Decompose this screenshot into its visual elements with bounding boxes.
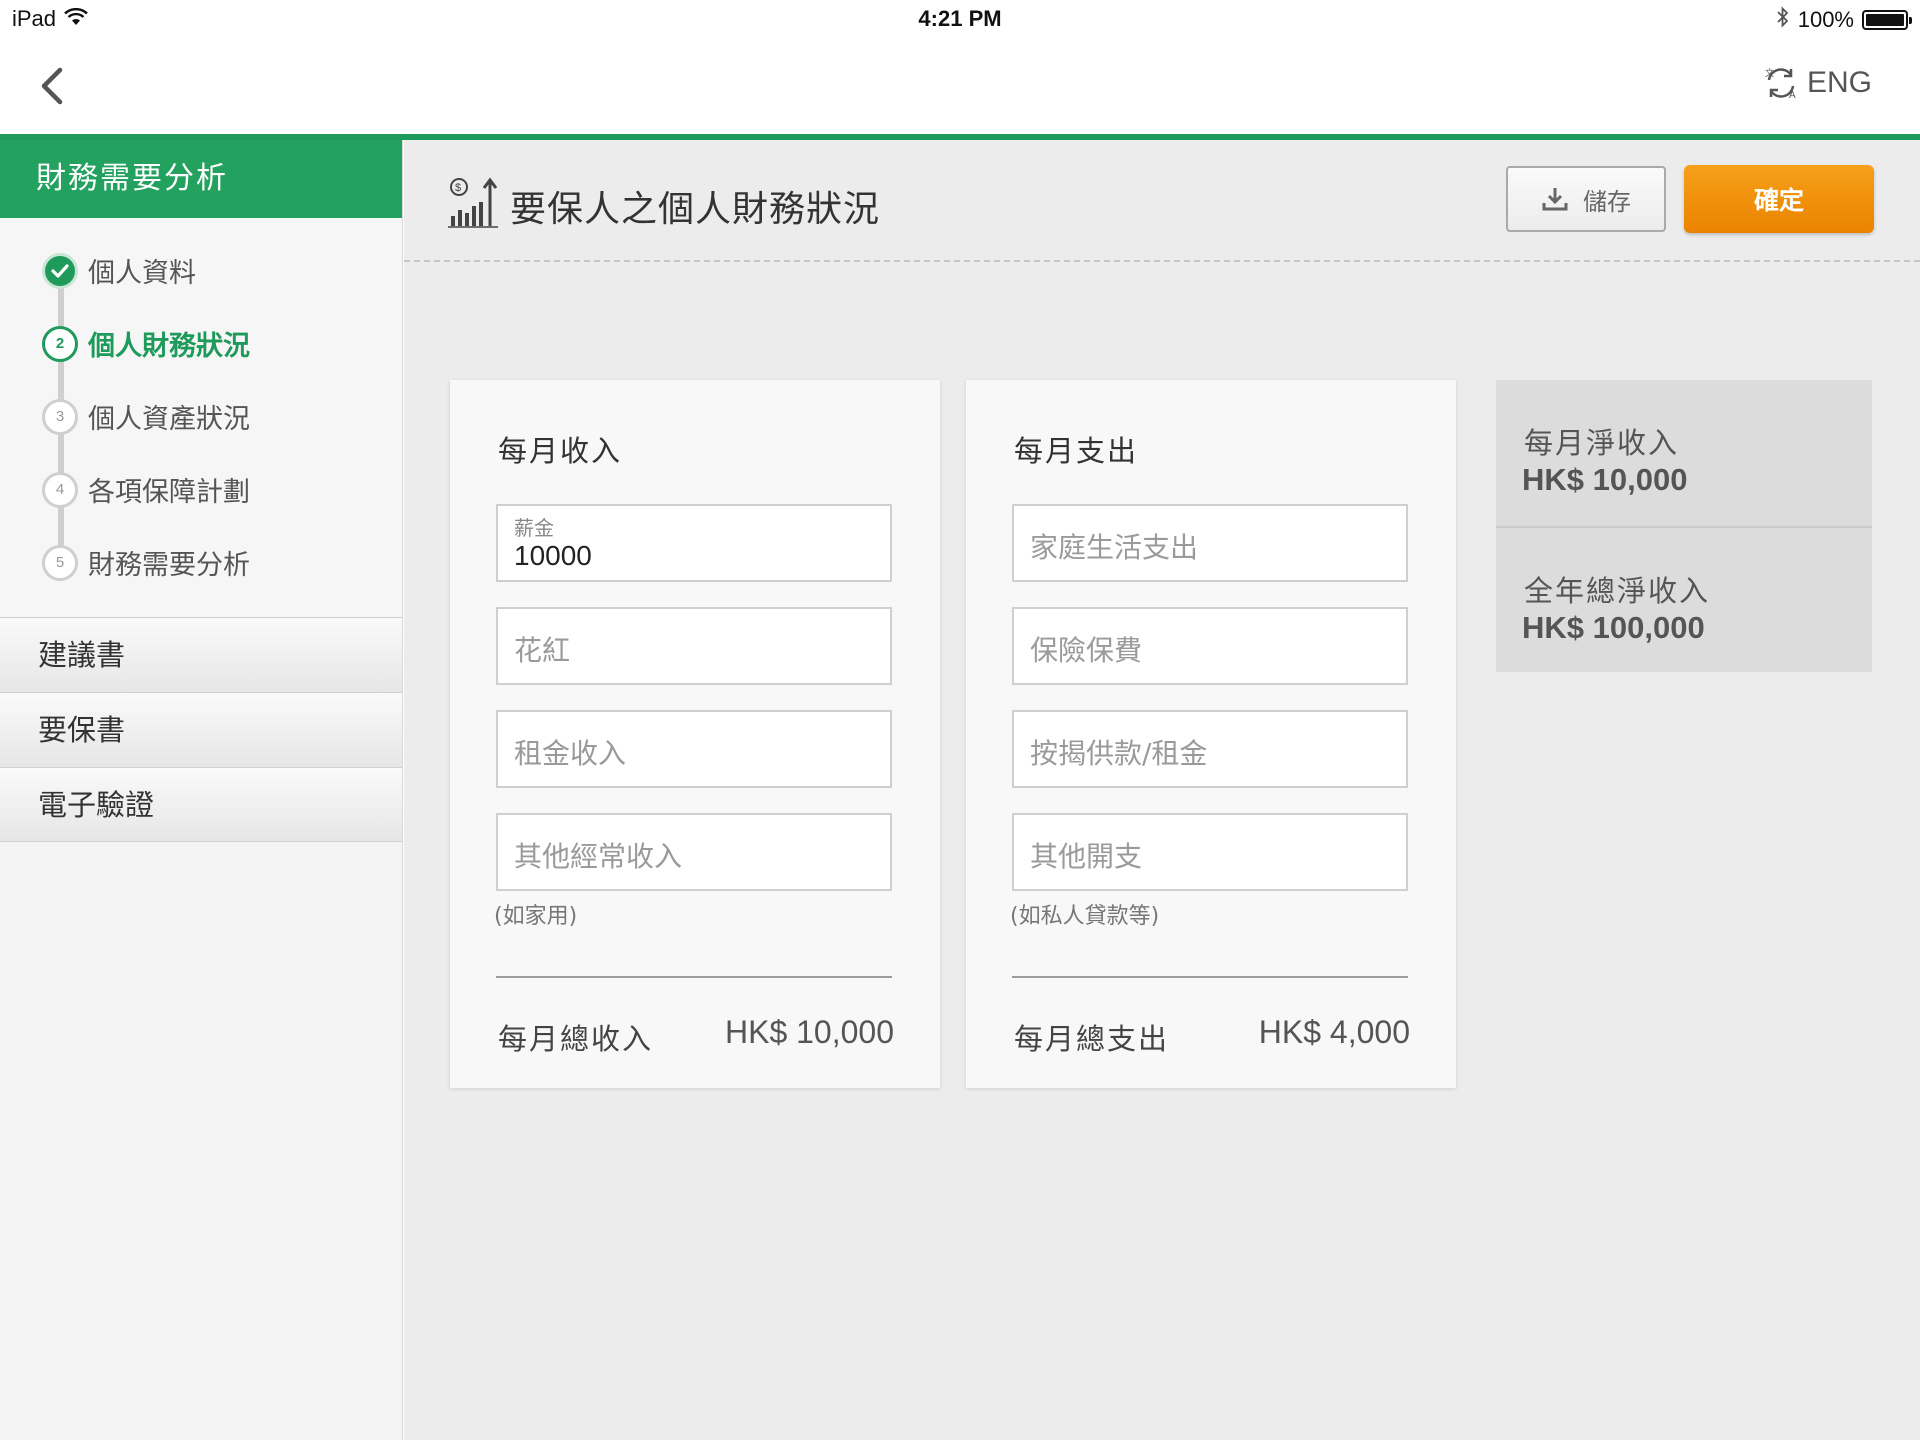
- other-income-field[interactable]: 其他經常收入: [496, 813, 892, 891]
- income-note: (如家用): [494, 904, 578, 929]
- rental-income-field[interactable]: 租金收入: [496, 710, 892, 788]
- main-content: $ 要保人之個人財務狀況 儲存 確定 每月收入 薪金 10000 花紅 租金收入…: [404, 140, 1920, 1440]
- summary-value: HK$ 10,000: [1522, 462, 1688, 497]
- summary-value: HK$ 100,000: [1522, 610, 1705, 645]
- bonus-placeholder: 花紅: [514, 634, 571, 667]
- save-label: 儲存: [1583, 187, 1631, 216]
- expense-total-label: 每月總支出: [1014, 1022, 1170, 1056]
- step-item-personal-assets[interactable]: 3 個人資產狀況: [0, 380, 402, 453]
- step-label: 財務需要分析: [88, 550, 250, 581]
- step-label: 個人資料: [88, 258, 196, 289]
- svg-text:A: A: [1789, 90, 1796, 100]
- step-item-protection-plans[interactable]: 4 各項保障計劃: [0, 453, 402, 526]
- step-label: 個人財務狀況: [88, 331, 250, 362]
- step-item-personal-finance[interactable]: 2 個人財務狀況: [0, 307, 402, 380]
- insurance-premium-field[interactable]: 保險保費: [1012, 607, 1408, 685]
- income-title: 每月收入: [498, 434, 623, 468]
- sidebar: 財務需要分析 個人資料 2 個人財務狀況 3 個人資產狀況 4 各項保障計劃 5…: [0, 140, 403, 1440]
- other-expense-placeholder: 其他開支: [1030, 840, 1143, 873]
- expense-title: 每月支出: [1014, 434, 1139, 468]
- salary-value: 10000: [514, 540, 592, 571]
- income-divider: [496, 976, 892, 978]
- monthly-expense-card: 每月支出 家庭生活支出 保險保費 按揭供款/租金 其他開支 (如私人貸款等) 每…: [966, 380, 1456, 1088]
- sidebar-title[interactable]: 財務需要分析: [0, 140, 402, 218]
- salary-label: 薪金: [514, 516, 554, 540]
- language-toggle-button[interactable]: 文 A ENG: [1763, 66, 1872, 100]
- page-title: 要保人之個人財務狀況: [510, 189, 881, 230]
- expense-divider: [1012, 976, 1408, 978]
- insurance-premium-placeholder: 保險保費: [1030, 634, 1143, 667]
- income-total-value: HK$ 10,000: [724, 1014, 894, 1050]
- expense-total-value: HK$ 4,000: [1258, 1014, 1410, 1050]
- step-number: 3: [42, 398, 78, 435]
- other-expense-field[interactable]: 其他開支: [1012, 813, 1408, 891]
- annual-net-income: 全年總淨收入 HK$ 100,000: [1496, 526, 1872, 672]
- sidebar-item-e-verification[interactable]: 電子驗證: [0, 767, 402, 842]
- mortgage-rent-field[interactable]: 按揭供款/租金: [1012, 710, 1408, 788]
- step-label: 個人資產狀況: [88, 404, 250, 435]
- step-list: 個人資料 2 個人財務狀況 3 個人資產狀況 4 各項保障計劃 5 財務需要分析: [0, 218, 402, 617]
- check-icon: [51, 263, 69, 278]
- language-label: ENG: [1806, 66, 1872, 99]
- step-label: 各項保障計劃: [88, 477, 250, 508]
- status-time: 4:21 PM: [918, 6, 1002, 31]
- step-item-needs-analysis[interactable]: 5 財務需要分析: [0, 526, 402, 599]
- back-button[interactable]: [32, 62, 72, 110]
- step-number: 5: [42, 544, 78, 581]
- sidebar-item-proposal[interactable]: 建議書: [0, 617, 402, 692]
- battery-percent: 100%: [1797, 7, 1854, 32]
- other-income-placeholder: 其他經常收入: [514, 840, 683, 873]
- rental-income-placeholder: 租金收入: [514, 737, 627, 770]
- svg-text:$: $: [455, 182, 461, 194]
- battery-icon: [1862, 10, 1912, 30]
- confirm-button[interactable]: 確定: [1684, 165, 1874, 233]
- income-total-label: 每月總收入: [498, 1022, 654, 1056]
- finance-chart-icon: $: [448, 176, 498, 232]
- svg-text:文: 文: [1765, 67, 1774, 78]
- nav-bar: 文 A ENG: [0, 38, 1920, 134]
- household-expense-placeholder: 家庭生活支出: [1030, 531, 1199, 564]
- mortgage-rent-placeholder: 按揭供款/租金: [1030, 737, 1208, 770]
- bonus-field[interactable]: 花紅: [496, 607, 892, 685]
- page-header: $ 要保人之個人財務狀況 儲存 確定: [404, 140, 1920, 262]
- sidebar-item-application[interactable]: 要保書: [0, 692, 402, 767]
- status-right: 100%: [1776, 6, 1912, 34]
- language-switch-icon: 文 A: [1765, 67, 1796, 100]
- save-button[interactable]: 儲存: [1506, 166, 1666, 232]
- bluetooth-icon: [1776, 6, 1790, 34]
- download-icon: [1542, 188, 1568, 211]
- household-expense-field[interactable]: 家庭生活支出: [1012, 504, 1408, 582]
- step-number: 2: [42, 325, 78, 362]
- back-chevron-icon: [41, 67, 63, 105]
- summary-panel: 每月淨收入 HK$ 10,000 全年總淨收入 HK$ 100,000: [1496, 380, 1872, 672]
- monthly-net-income: 每月淨收入 HK$ 10,000: [1496, 380, 1872, 526]
- salary-field[interactable]: 薪金 10000: [496, 504, 892, 582]
- monthly-income-card: 每月收入 薪金 10000 花紅 租金收入 其他經常收入 (如家用) 每月總收入…: [450, 380, 940, 1088]
- status-bar: iPad 4:21 PM 100%: [0, 0, 1920, 38]
- expense-note: (如私人貸款等): [1010, 904, 1160, 929]
- step-number: 4: [42, 471, 78, 508]
- step-circle: [42, 252, 78, 289]
- step-item-personal-info[interactable]: 個人資料: [0, 234, 402, 307]
- summary-label: 每月淨收入: [1524, 426, 1680, 460]
- summary-label: 全年總淨收入: [1524, 574, 1711, 608]
